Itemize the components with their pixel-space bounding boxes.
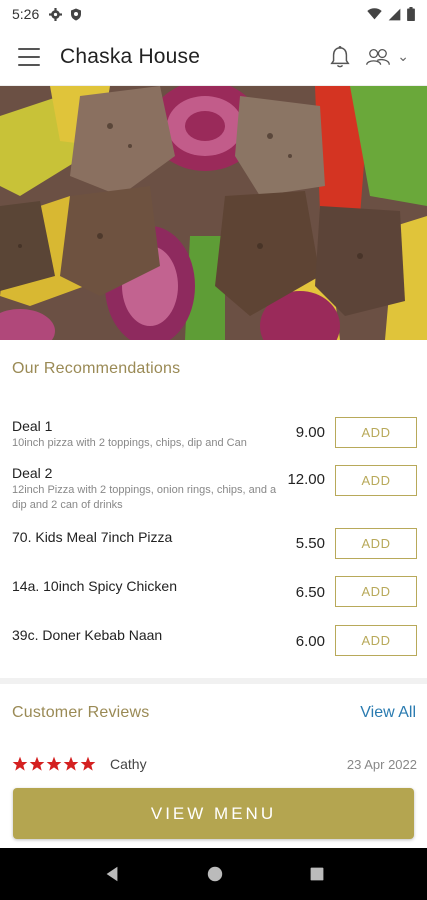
menu-item: Deal 2 12inch Pizza with 2 toppings, oni… [12, 465, 417, 515]
system-nav-bar [0, 848, 427, 900]
menu-item: Deal 1 10inch pizza with 2 toppings, chi… [12, 417, 417, 454]
status-time: 5:26 [12, 6, 40, 22]
menu-item-price: 6.50 [295, 584, 325, 601]
add-button[interactable]: ADD [335, 417, 417, 448]
view-all-link[interactable]: View All [360, 704, 416, 722]
star-icon [63, 756, 79, 771]
recents-icon[interactable] [309, 866, 325, 882]
reviews-title: Customer Reviews [12, 704, 150, 721]
hero-food-image [0, 86, 427, 340]
battery-icon [407, 7, 415, 21]
menu-item-price: 6.00 [295, 633, 325, 650]
menu-item-price: 5.50 [295, 535, 325, 552]
status-bar: 5:26 [0, 0, 427, 28]
shield-icon [71, 8, 82, 20]
back-icon[interactable] [103, 865, 121, 883]
wifi-icon [367, 8, 382, 20]
recommendations-title: Our Recommendations [12, 360, 181, 377]
recommendations-section: Our Recommendations Deal 1 10inch pizza … [0, 340, 427, 680]
reviewer-name: Cathy [110, 756, 147, 772]
reviews-section: Customer Reviews View All Cathy 23 Apr 2… [0, 684, 427, 784]
menu-item: 70. Kids Meal 7inch Pizza 5.50 ADD [12, 528, 417, 561]
signal-icon [388, 8, 401, 20]
star-icon [29, 756, 45, 771]
menu-item: 39c. Doner Kebab Naan 6.00 ADD [12, 625, 417, 659]
app-bar: Chaska House ⌄ [0, 28, 427, 86]
kebab-skewer-photo [0, 86, 427, 340]
hamburger-menu-icon[interactable] [18, 47, 40, 66]
home-icon[interactable] [206, 865, 224, 883]
add-button[interactable]: ADD [335, 465, 417, 496]
users-icon [366, 48, 391, 65]
menu-item-price: 9.00 [295, 424, 325, 441]
add-button[interactable]: ADD [335, 625, 417, 656]
chevron-down-icon: ⌄ [397, 48, 409, 64]
view-menu-button[interactable]: VIEW MENU [13, 788, 414, 839]
menu-item-description: 10inch pizza with 2 toppings, chips, dip… [12, 437, 247, 449]
settings-gear-icon [49, 7, 63, 21]
add-button[interactable]: ADD [335, 528, 417, 559]
menu-item-price: 12.00 [287, 471, 325, 488]
menu-item: 14a. 10inch Spicy Chicken 6.50 ADD [12, 576, 417, 610]
menu-item-description: 12inch Pizza with 2 toppings, onion ring… [12, 484, 277, 511]
star-icon [12, 756, 28, 771]
account-switcher[interactable]: ⌄ [365, 47, 409, 67]
star-rating [12, 756, 96, 772]
review-row: Cathy 23 Apr 2022 [12, 756, 417, 772]
notification-bell-icon[interactable] [329, 45, 351, 69]
star-icon [80, 756, 96, 771]
page-title: Chaska House [60, 44, 201, 68]
review-date: 23 Apr 2022 [346, 756, 417, 772]
star-icon [46, 756, 62, 771]
add-button[interactable]: ADD [335, 576, 417, 607]
